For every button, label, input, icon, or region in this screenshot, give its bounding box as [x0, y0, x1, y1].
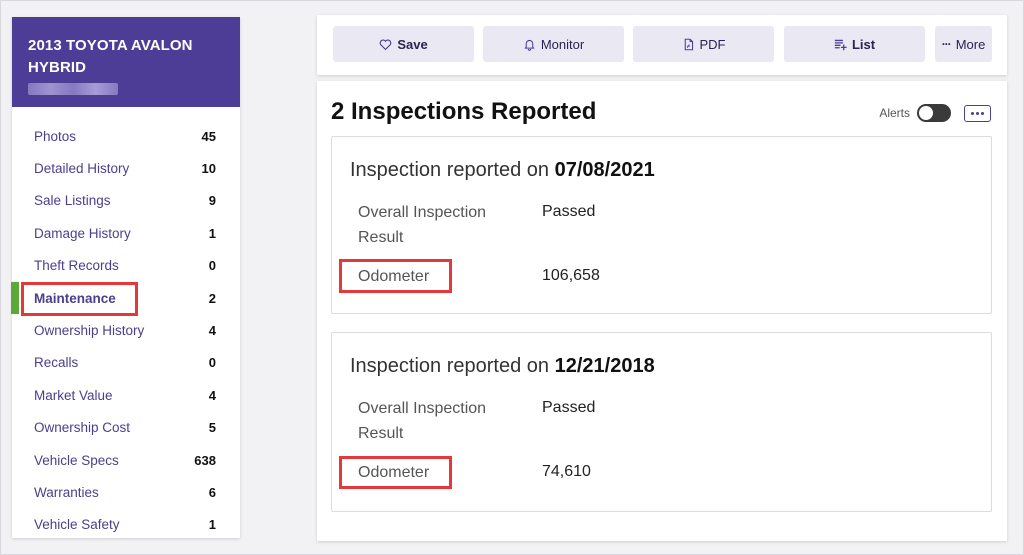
sidebar: 2013 TOYOTA AVALON HYBRID Photos 45 Deta…: [11, 17, 240, 541]
sidebar-item-count: 10: [201, 161, 216, 177]
inspection-card: Inspection reported on 12/21/2018 Overal…: [331, 332, 992, 512]
odometer-label: Odometer: [358, 464, 430, 481]
sidebar-item-count: 0: [208, 258, 216, 274]
sidebar-item-count: 4: [208, 387, 216, 403]
sidebar-item-photos[interactable]: Photos 45: [12, 120, 240, 152]
sidebar-item-label: Sale Listings: [34, 193, 111, 209]
odometer-value: 74,610: [542, 463, 591, 480]
result-label: Overall Inspection Result: [358, 204, 487, 246]
sidebar-item-label: Damage History: [34, 225, 131, 241]
sidebar-item-count: 0: [208, 355, 216, 371]
sidebar-item-label: Vehicle Specs: [34, 452, 119, 468]
dot-icon: [976, 111, 979, 115]
inspection-title-prefix: Inspection reported on: [350, 355, 555, 377]
sidebar-item-ownership-cost[interactable]: Ownership Cost 5: [12, 412, 240, 444]
more-label: More: [955, 36, 986, 52]
sidebar-item-count: 638: [194, 452, 216, 468]
sidebar-item-count: 5: [208, 420, 216, 436]
inspection-card: Inspection reported on 07/08/2021 Overal…: [331, 136, 992, 314]
pdf-button[interactable]: PDF: [633, 26, 774, 62]
sidebar-nav: Photos 45 Detailed History 10 Sale Listi…: [11, 107, 240, 541]
alerts-label: Alerts: [879, 106, 910, 120]
dot-icon: [981, 111, 984, 115]
ellipsis-icon: ···: [941, 37, 952, 51]
odometer-label: Odometer: [358, 268, 430, 285]
sidebar-item-market-value[interactable]: Market Value 4: [12, 379, 240, 411]
vehicle-header: 2013 TOYOTA AVALON HYBRID: [12, 17, 240, 107]
sidebar-item-label: Maintenance: [34, 290, 116, 306]
inspection-date: 12/21/2018: [554, 355, 655, 377]
toolbar: Save Monitor PDF List ··· More: [317, 15, 1007, 75]
result-value: Passed: [542, 399, 596, 416]
save-label: Save: [397, 36, 428, 52]
monitor-label: Monitor: [540, 36, 585, 52]
pdf-label: PDF: [699, 36, 726, 52]
inspection-title-prefix: Inspection reported on: [350, 159, 555, 181]
alerts-toggle[interactable]: [917, 104, 951, 122]
sidebar-item-label: Ownership History: [34, 323, 145, 339]
alerts-control: Alerts: [879, 104, 991, 122]
sidebar-item-vehicle-specs[interactable]: Vehicle Specs 638: [12, 444, 240, 476]
toggle-knob: [919, 106, 933, 120]
sidebar-item-label: Recalls: [34, 355, 79, 371]
vin-redacted: [28, 83, 118, 95]
sidebar-item-count: 9: [208, 193, 216, 209]
heart-icon: [380, 39, 392, 50]
dot-icon: [971, 111, 974, 115]
sidebar-item-sale-listings[interactable]: Sale Listings 9: [12, 185, 240, 217]
sidebar-item-label: Vehicle Safety: [34, 517, 120, 533]
pdf-file-icon: [684, 38, 693, 50]
result-value: Passed: [542, 203, 596, 220]
sidebar-item-count: 45: [201, 128, 216, 144]
sidebar-item-detailed-history[interactable]: Detailed History 10: [12, 152, 240, 184]
sidebar-item-count: 4: [208, 323, 216, 339]
odometer-value: 106,658: [542, 267, 600, 284]
list-label: List: [851, 36, 876, 52]
sidebar-item-label: Detailed History: [34, 161, 130, 177]
sidebar-item-count: 1: [208, 225, 216, 241]
sidebar-item-recalls[interactable]: Recalls 0: [12, 347, 240, 379]
sidebar-item-maintenance[interactable]: Maintenance 2: [11, 281, 240, 315]
sidebar-item-label: Warranties: [34, 484, 99, 500]
inspection-title: Inspection reported on 07/08/2021: [350, 159, 655, 182]
monitor-button[interactable]: Monitor: [483, 26, 624, 62]
list-button[interactable]: List: [784, 26, 925, 62]
sidebar-item-ownership-history[interactable]: Ownership History 4: [12, 314, 240, 346]
sidebar-item-count: 1: [208, 517, 216, 533]
options-menu-button[interactable]: [964, 104, 991, 122]
sidebar-item-vehicle-safety[interactable]: Vehicle Safety 1: [12, 509, 240, 541]
save-button[interactable]: Save: [333, 26, 474, 62]
inspection-date: 07/08/2021: [554, 159, 655, 181]
sidebar-item-label: Photos: [34, 128, 77, 144]
sidebar-item-warranties[interactable]: Warranties 6: [12, 476, 240, 508]
sidebar-item-label: Market Value: [34, 387, 113, 403]
active-indicator: [11, 281, 19, 315]
bell-icon: [524, 39, 535, 51]
sidebar-item-damage-history[interactable]: Damage History 1: [12, 217, 240, 249]
more-button[interactable]: ··· More: [935, 26, 992, 62]
sidebar-item-count: 2: [208, 290, 216, 306]
page-title: 2 Inspections Reported: [331, 98, 597, 125]
sidebar-item-theft-records[interactable]: Theft Records 0: [12, 250, 240, 282]
main-panel: 2 Inspections Reported Alerts Inspection…: [317, 81, 1007, 541]
inspection-title: Inspection reported on 12/21/2018: [350, 355, 655, 378]
result-label: Overall Inspection Result: [358, 400, 487, 442]
sidebar-item-label: Ownership Cost: [34, 420, 131, 436]
sidebar-item-label: Theft Records: [34, 258, 119, 274]
list-add-icon: [834, 39, 847, 50]
vehicle-title: 2013 TOYOTA AVALON HYBRID: [28, 37, 193, 76]
sidebar-item-count: 6: [208, 484, 216, 500]
